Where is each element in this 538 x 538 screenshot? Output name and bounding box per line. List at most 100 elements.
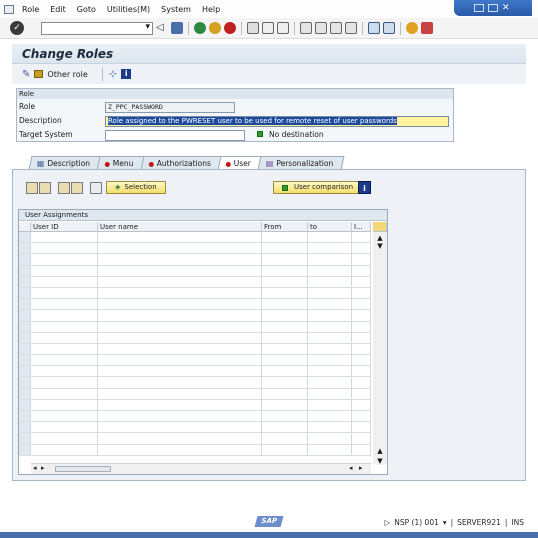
print-icon[interactable]	[247, 22, 259, 34]
row-selector[interactable]	[19, 399, 31, 410]
table-cell[interactable]	[98, 444, 262, 455]
table-cell[interactable]	[98, 422, 262, 433]
table-cell[interactable]	[352, 310, 371, 321]
last-page-icon[interactable]	[345, 22, 357, 34]
table-cell[interactable]	[31, 343, 98, 355]
column-header-from[interactable]: From	[262, 222, 308, 232]
find-icon[interactable]	[262, 22, 274, 34]
table-cell[interactable]	[262, 422, 308, 433]
table-cell[interactable]	[98, 310, 262, 321]
table-row[interactable]	[19, 232, 371, 244]
row-selector[interactable]	[19, 343, 31, 355]
find-next-icon[interactable]	[277, 22, 289, 34]
back-icon[interactable]	[194, 22, 206, 34]
table-cell[interactable]	[98, 366, 262, 377]
back-nav-icon[interactable]: ◁	[156, 22, 168, 34]
column-header-user-id[interactable]: User ID	[31, 222, 98, 232]
table-cell[interactable]	[31, 287, 98, 299]
table-cell[interactable]	[98, 433, 262, 444]
table-cell[interactable]	[31, 265, 98, 276]
hierarchy-icon[interactable]: ⊹	[109, 69, 117, 80]
table-cell[interactable]	[98, 276, 262, 287]
table-cell[interactable]	[352, 433, 371, 444]
menu-help[interactable]: Help	[202, 5, 220, 14]
table-row[interactable]	[19, 310, 371, 322]
table-cell[interactable]	[31, 254, 98, 265]
shortcut-icon[interactable]	[383, 22, 395, 34]
table-cell[interactable]	[352, 422, 371, 433]
scroll-thumb[interactable]	[55, 466, 111, 472]
table-cell[interactable]	[262, 332, 308, 343]
tab-description[interactable]: ▦ Description	[28, 156, 102, 170]
scroll-up-icon[interactable]: ▲	[373, 447, 387, 455]
column-header-user-name[interactable]: User name	[98, 222, 262, 232]
table-row[interactable]	[19, 355, 371, 367]
status-toggle-icon[interactable]: ▷	[384, 518, 390, 527]
tab-menu[interactable]: Menu	[96, 156, 146, 170]
horizontal-scrollbar[interactable]: ◂ ▸ ◂ ▸	[31, 463, 371, 474]
table-cell[interactable]	[98, 355, 262, 366]
table-cell[interactable]	[262, 366, 308, 377]
table-cell[interactable]	[31, 276, 98, 287]
table-cell[interactable]	[262, 433, 308, 444]
table-cell[interactable]	[352, 355, 371, 366]
table-cell[interactable]	[98, 287, 262, 299]
window-menu-icon[interactable]	[4, 4, 14, 14]
cancel-icon[interactable]	[224, 22, 236, 34]
column-header-to[interactable]: to	[308, 222, 352, 232]
table-cell[interactable]	[262, 388, 308, 399]
table-cell[interactable]	[31, 332, 98, 343]
row-selector[interactable]	[19, 232, 31, 243]
user-comparison-button[interactable]: User comparison	[273, 181, 363, 194]
table-cell[interactable]	[262, 310, 308, 321]
table-cell[interactable]	[262, 377, 308, 388]
table-cell[interactable]	[31, 232, 98, 243]
row-selector[interactable]	[19, 276, 31, 287]
tab-user[interactable]: User	[217, 156, 263, 170]
exit-icon[interactable]	[209, 22, 221, 34]
table-cell[interactable]	[31, 321, 98, 332]
row-selector[interactable]	[19, 299, 31, 310]
table-cell[interactable]	[308, 310, 352, 321]
row-selector[interactable]	[19, 265, 31, 276]
system-dropdown-icon[interactable]: ▾	[443, 518, 447, 527]
table-cell[interactable]	[352, 243, 371, 254]
table-cell[interactable]	[262, 355, 308, 366]
scroll-right-icon[interactable]: ▸	[41, 464, 45, 472]
row-selector[interactable]	[19, 287, 31, 299]
table-cell[interactable]	[31, 444, 98, 455]
display-change-icon[interactable]: ✎	[22, 69, 30, 80]
input-mode[interactable]: INS	[511, 518, 524, 527]
row-selector[interactable]	[19, 355, 31, 366]
table-row[interactable]	[19, 343, 371, 356]
table-row[interactable]	[19, 276, 371, 288]
scroll-left-icon[interactable]: ◂	[33, 464, 37, 472]
table-cell[interactable]	[262, 444, 308, 455]
table-cell[interactable]	[308, 411, 352, 422]
help-icon[interactable]	[406, 22, 418, 34]
table-cell[interactable]	[308, 276, 352, 287]
row-selector[interactable]	[19, 411, 31, 422]
table-cell[interactable]	[308, 422, 352, 433]
table-cell[interactable]	[98, 265, 262, 276]
table-cell[interactable]	[98, 399, 262, 410]
table-cell[interactable]	[31, 433, 98, 444]
table-cell[interactable]	[308, 355, 352, 366]
table-row[interactable]	[19, 299, 371, 311]
vertical-scrollbar[interactable]: ▲ ▼ ▲ ▼	[373, 232, 387, 465]
table-cell[interactable]	[31, 422, 98, 433]
row-selector[interactable]	[19, 433, 31, 444]
table-cell[interactable]	[308, 287, 352, 299]
table-row[interactable]	[19, 366, 371, 378]
description-field[interactable]: Role assigned to the PWRESET user to be …	[105, 116, 449, 127]
table-cell[interactable]	[308, 366, 352, 377]
other-role-icon[interactable]	[34, 70, 44, 78]
table-cell[interactable]	[308, 299, 352, 310]
table-row[interactable]	[19, 422, 371, 434]
table-cell[interactable]	[262, 321, 308, 332]
table-cell[interactable]	[31, 411, 98, 422]
table-row[interactable]	[19, 444, 371, 456]
table-row[interactable]	[19, 321, 371, 333]
table-cell[interactable]	[308, 243, 352, 254]
table-cell[interactable]	[98, 377, 262, 388]
